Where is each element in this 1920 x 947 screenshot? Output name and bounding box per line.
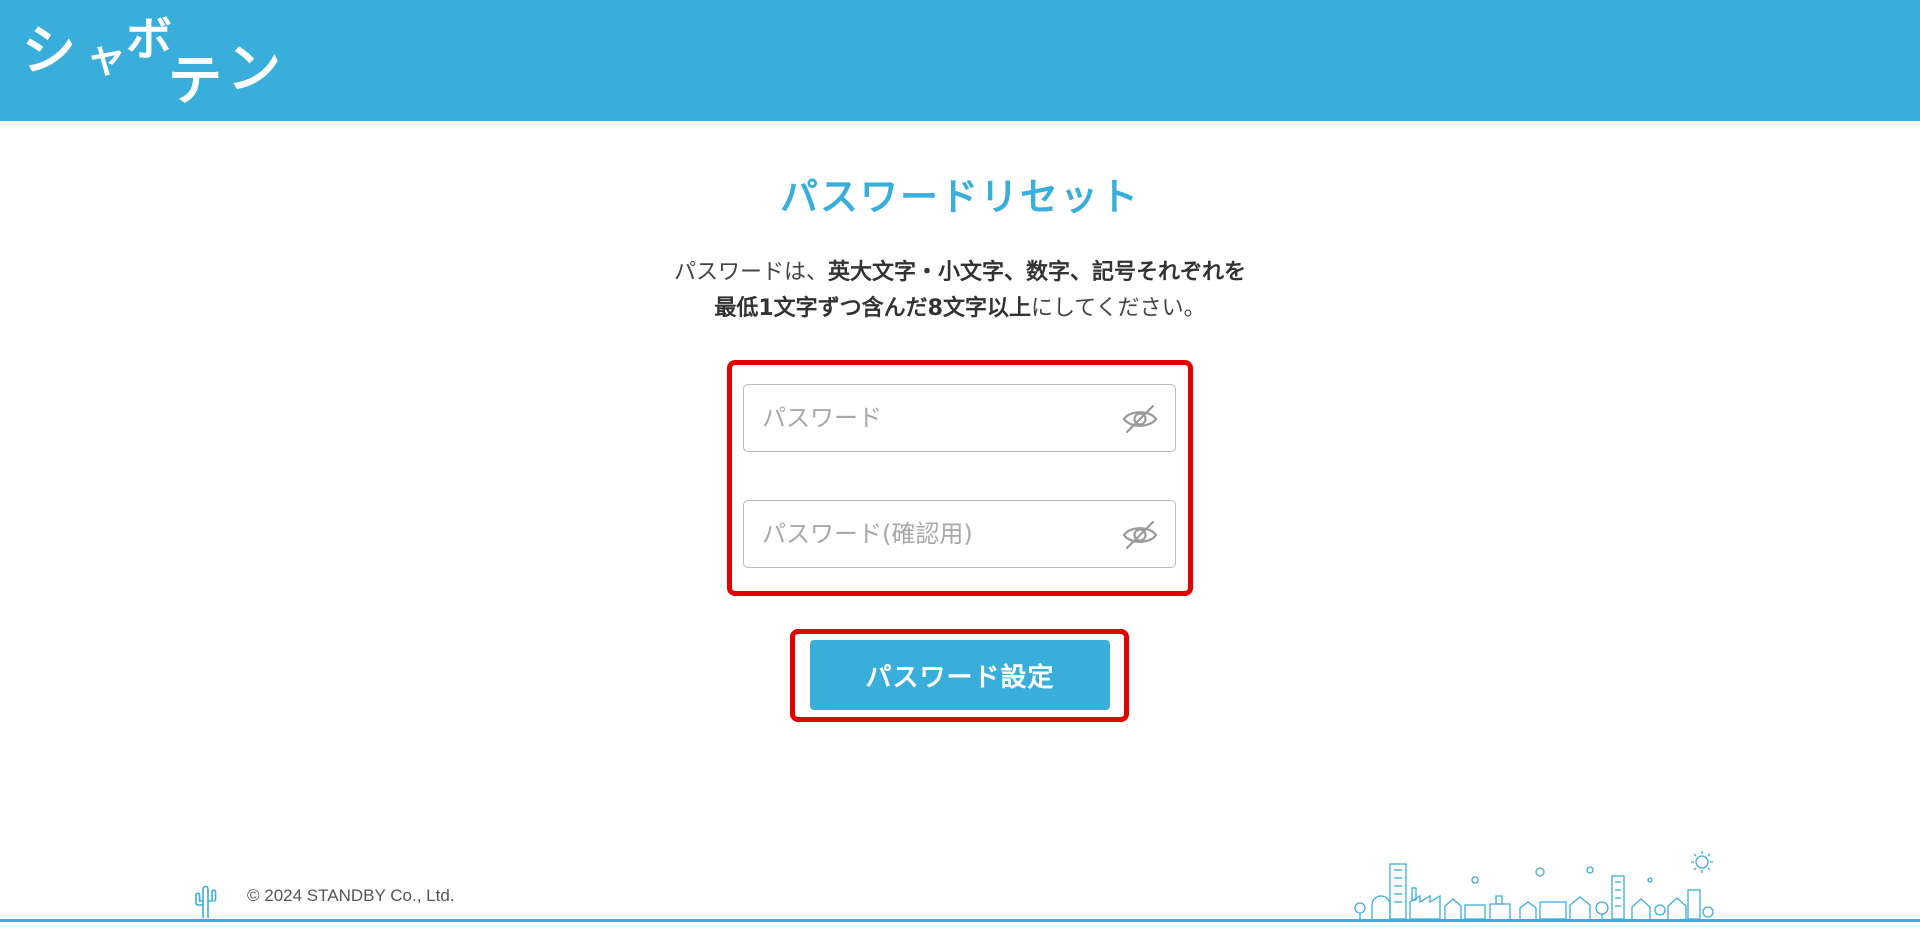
logo-char: ャ — [86, 35, 127, 81]
footer-divider — [0, 919, 1920, 922]
description-text: にしてください。 — [1030, 296, 1206, 321]
town-illustration — [1354, 851, 1714, 920]
logo-char: テ — [168, 49, 223, 112]
site-logo[interactable]: シ ャ ボ テ ン — [22, 12, 282, 112]
logo-char: ン — [227, 37, 282, 100]
logo-char: ボ — [126, 12, 173, 66]
header-bar: シ ャ ボ テ ン — [0, 0, 1920, 121]
set-password-button[interactable]: パスワード設定 — [810, 640, 1110, 710]
eye-off-icon[interactable] — [1121, 520, 1159, 550]
description-bold-text: 最低1文字ずつ含んだ8文字以上 — [714, 296, 1031, 321]
page-title: パスワードリセット — [779, 175, 1140, 219]
password-rules-description: パスワードは、英大文字・小文字、数字、記号それぞれを 最低1文字ずつ含んだ8文字… — [0, 255, 1920, 327]
password-input[interactable] — [744, 385, 1122, 451]
password-confirm-field[interactable] — [743, 500, 1176, 568]
description-line-2: 最低1文字ずつ含んだ8文字以上にしてください。 — [0, 291, 1920, 327]
password-confirm-input[interactable] — [744, 501, 1122, 567]
logo-char: シ — [22, 19, 77, 82]
description-line-1: パスワードは、英大文字・小文字、数字、記号それぞれを — [0, 255, 1920, 291]
copyright-text: © 2024 STANDBY Co., Ltd. — [247, 886, 455, 905]
eye-off-icon[interactable] — [1121, 404, 1159, 434]
description-text: パスワードは、 — [673, 260, 828, 285]
cactus-icon — [195, 885, 217, 918]
description-bold-text: 英大文字・小文字、数字、記号それぞれを — [828, 260, 1247, 285]
password-field[interactable] — [743, 384, 1176, 452]
